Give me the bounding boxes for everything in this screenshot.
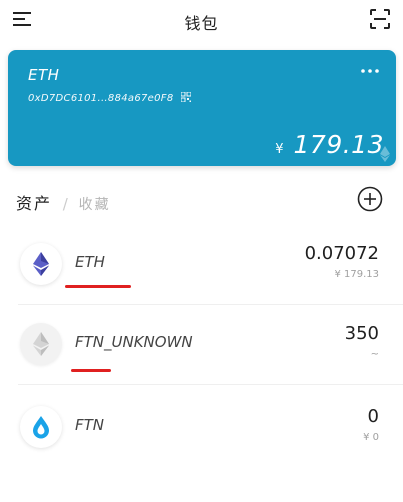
add-asset-icon[interactable] xyxy=(357,186,383,212)
ethereum-gray-icon xyxy=(20,323,62,365)
token-amount: 0 xyxy=(367,406,379,427)
tab-assets[interactable]: 资产 xyxy=(16,194,52,213)
ftn-drop-icon xyxy=(20,406,62,448)
ethereum-icon xyxy=(20,243,62,285)
token-name: ETH xyxy=(75,253,105,271)
divider xyxy=(18,384,403,385)
balance-amount: 179.13 xyxy=(293,130,384,159)
tab-separator: / xyxy=(62,195,68,213)
token-value: ¥ 179.13 xyxy=(334,269,379,280)
red-annotation-underline xyxy=(65,285,131,288)
page-title: 钱包 xyxy=(184,14,219,33)
currency-symbol: ¥ xyxy=(275,142,284,157)
token-amount: 0.07072 xyxy=(304,243,379,264)
asset-tabs: 资产 / 收藏 xyxy=(16,190,111,214)
wallet-card[interactable]: ETH 0xD7DC6101...884a67e0F8 ¥ 179.13 xyxy=(8,50,396,166)
more-options-icon[interactable] xyxy=(360,64,380,78)
token-row-ftn-unknown[interactable]: FTN_UNKNOWN 350 ~ xyxy=(0,305,403,385)
token-value: ¥ 0 xyxy=(363,432,379,443)
wallet-address: 0xD7DC6101...884a67e0F8 xyxy=(28,92,191,104)
token-row-eth[interactable]: ETH 0.07072 ¥ 179.13 xyxy=(0,225,403,305)
scan-icon[interactable] xyxy=(367,6,393,32)
token-value: ~ xyxy=(370,349,379,360)
red-annotation-underline xyxy=(71,369,111,372)
token-name: FTN_UNKNOWN xyxy=(75,333,193,351)
token-name: FTN xyxy=(75,416,105,434)
wallet-balance: ¥ 179.13 xyxy=(275,130,384,159)
top-bar: 钱包 xyxy=(0,0,403,42)
token-amount: 350 xyxy=(344,323,379,344)
wallet-address-text: 0xD7DC6101...884a67e0F8 xyxy=(28,93,174,104)
qr-code-icon[interactable] xyxy=(180,92,191,102)
tab-favorites[interactable]: 收藏 xyxy=(79,197,111,213)
wallet-name: ETH xyxy=(28,66,60,84)
token-row-ftn[interactable]: FTN 0 ¥ 0 xyxy=(0,388,403,468)
ethereum-watermark-icon xyxy=(380,146,390,162)
